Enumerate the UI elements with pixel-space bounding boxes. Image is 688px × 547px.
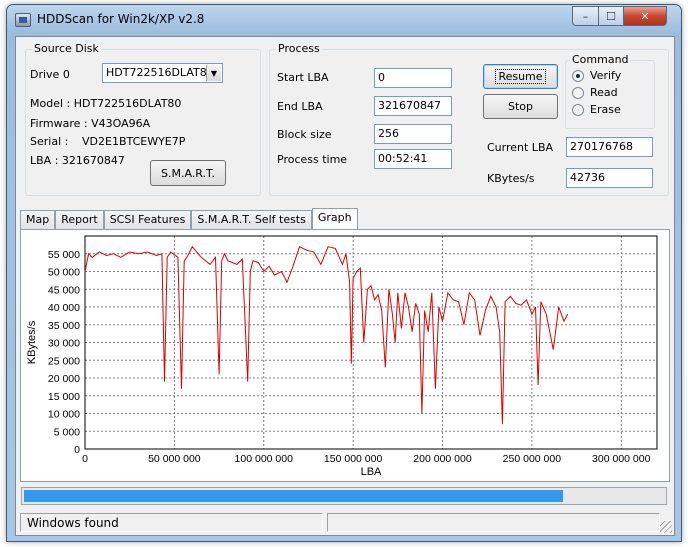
status-pane-empty <box>327 513 660 532</box>
x-axis-ticks: 0 50 000 000 100 000 000 150 000 000 200 000… <box>82 453 651 465</box>
tab-smart-self-tests[interactable]: S.M.A.R.T. Self tests <box>191 210 312 230</box>
y-tick-label: 30 000 <box>48 338 80 350</box>
y-tick-label: 45 000 <box>48 284 80 296</box>
erase-radio[interactable]: Erase <box>572 103 621 116</box>
process-title: Process <box>276 42 322 55</box>
series-line <box>84 245 569 425</box>
block-size-label: Block size <box>277 128 332 141</box>
firmware-label: Firmware : V43OA96A <box>30 117 151 130</box>
current-lba-field: 270176768 <box>566 137 653 157</box>
tab-strip: Map Report SCSI Features S.M.A.R.T. Self… <box>20 208 358 230</box>
x-tick-label: 50 000 000 <box>148 453 201 465</box>
app-icon <box>15 13 31 27</box>
progress-bar <box>21 487 667 505</box>
process-time-label: Process time <box>277 153 348 166</box>
chevron-down-icon[interactable]: ▼ <box>206 65 221 81</box>
verify-radio[interactable]: Verify <box>572 69 621 82</box>
smart-button[interactable]: S.M.A.R.T. <box>150 160 226 186</box>
x-tick-label: 250 000 000 <box>503 453 562 465</box>
resize-grip-icon[interactable] <box>660 521 672 533</box>
y-tick-label: 55 000 <box>48 249 80 261</box>
serial-label: Serial : <box>30 135 69 148</box>
y-tick-label: 35 000 <box>48 320 80 332</box>
maximize-button[interactable]: ☐ <box>598 6 624 26</box>
client-area: Source Disk Drive 0 HDT722516DLAT80 ▼ Mo… <box>15 36 675 536</box>
x-tick-label: 0 <box>82 453 88 465</box>
kbytes-label: KBytes/s <box>487 172 535 185</box>
x-axis-label: LBA <box>361 466 382 478</box>
source-disk-title: Source Disk <box>32 42 101 55</box>
start-lba-field[interactable]: 0 <box>374 68 452 88</box>
x-tick-label: 150 000 000 <box>324 453 383 465</box>
end-lba-label: End LBA <box>277 100 323 113</box>
title-bar[interactable]: HDDScan for Win2k/XP v2.8 – ☐ ✕ <box>7 5 681 35</box>
erase-radio-label: Erase <box>590 103 621 116</box>
process-group: Process Start LBA 0 End LBA 321670847 Bl… <box>269 42 669 196</box>
read-radio[interactable]: Read <box>572 86 618 99</box>
status-bar: Windows found <box>16 511 674 535</box>
erase-radio-dot[interactable] <box>572 103 584 116</box>
stop-button[interactable]: Stop <box>483 94 558 119</box>
drive-label: Drive 0 <box>30 68 70 81</box>
lba-label: LBA : 321670847 <box>30 154 125 167</box>
drive-select-value: HDT722516DLAT80 <box>106 66 214 79</box>
y-tick-label: 50 000 <box>48 267 80 279</box>
graph-panel: 0 5 000 10 000 15 000 20 000 25 000 30 000 35 0… <box>20 229 670 482</box>
y-tick-label: 20 000 <box>48 373 80 385</box>
transfer-rate-chart: 0 5 000 10 000 15 000 20 000 25 000 30 000 35 0… <box>26 235 658 478</box>
status-text: Windows found <box>20 513 323 532</box>
y-axis-label: KBytes/s <box>26 320 38 364</box>
tab-scsi-features[interactable]: SCSI Features <box>103 210 192 230</box>
y-tick-label: 5 000 <box>54 426 80 438</box>
source-disk-group: Source Disk Drive 0 HDT722516DLAT80 ▼ Mo… <box>25 42 261 196</box>
window-title: HDDScan for Win2k/XP v2.8 <box>37 12 205 26</box>
stop-button-label: Stop <box>507 100 533 113</box>
x-tick-label: 300 000 000 <box>592 453 651 465</box>
y-tick-label: 0 <box>74 444 80 456</box>
tab-map[interactable]: Map <box>20 210 56 230</box>
tab-report[interactable]: Report <box>55 210 104 230</box>
y-tick-label: 25 000 <box>48 355 80 367</box>
block-size-field[interactable]: 256 <box>374 124 452 144</box>
resume-button-label: Resume <box>495 69 546 84</box>
minimize-button[interactable]: – <box>572 6 599 26</box>
y-tick-label: 40 000 <box>48 302 80 314</box>
current-lba-label: Current LBA <box>487 141 554 154</box>
model-label: Model : HDT722516DLAT80 <box>30 97 182 110</box>
serial-value: VD2E1BTCEWYE7P <box>82 135 186 148</box>
app-window: HDDScan for Win2k/XP v2.8 – ☐ ✕ Source D… <box>6 4 682 542</box>
verify-radio-label: Verify <box>590 69 622 82</box>
close-button[interactable]: ✕ <box>623 6 667 26</box>
command-title: Command <box>570 53 631 66</box>
y-axis-ticks: 0 5 000 10 000 15 000 20 000 25 000 30 000 35 0… <box>48 249 80 456</box>
tab-graph[interactable]: Graph <box>311 208 358 230</box>
y-tick-label: 10 000 <box>48 409 80 421</box>
kbytes-field: 42736 <box>566 168 653 188</box>
chart-grid <box>84 236 657 450</box>
process-time-field: 00:52:41 <box>374 149 452 169</box>
progress-fill <box>24 490 564 502</box>
read-radio-dot[interactable] <box>572 86 584 99</box>
command-group: Command Verify Read Erase <box>565 53 655 129</box>
smart-button-label: S.M.A.R.T. <box>161 166 215 180</box>
resume-button[interactable]: Resume <box>483 64 558 89</box>
verify-radio-dot[interactable] <box>572 69 584 82</box>
read-radio-label: Read <box>590 86 618 99</box>
drive-select[interactable]: HDT722516DLAT80 ▼ <box>102 63 223 83</box>
end-lba-field[interactable]: 321670847 <box>374 96 452 116</box>
x-tick-label: 200 000 000 <box>413 453 472 465</box>
start-lba-label: Start LBA <box>277 71 329 84</box>
x-tick-label: 100 000 000 <box>235 453 294 465</box>
y-tick-label: 15 000 <box>48 391 80 403</box>
